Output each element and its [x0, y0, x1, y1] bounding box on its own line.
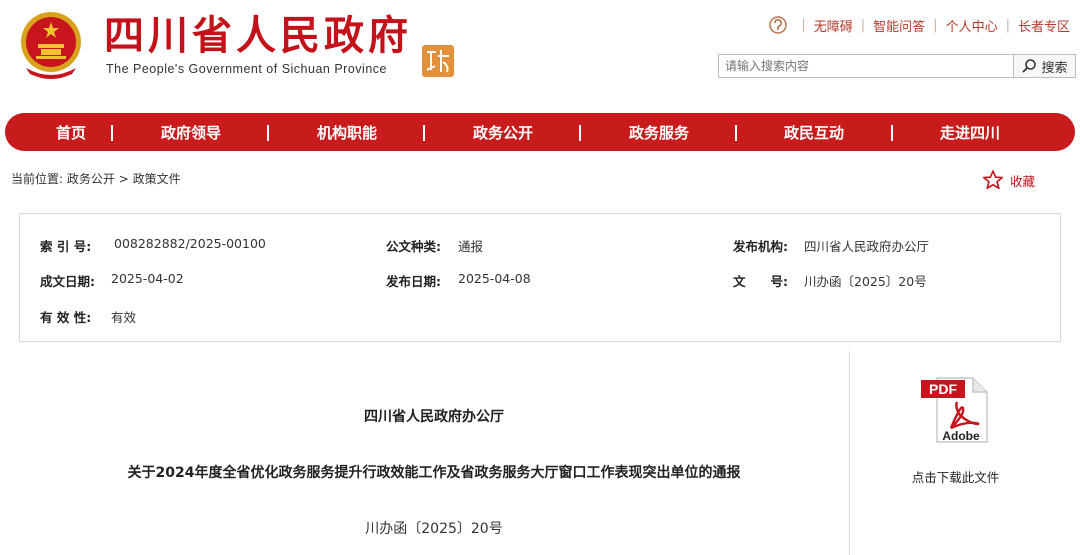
pdf-badge-text: PDF [929, 381, 957, 397]
download-link[interactable]: 点击下载此文件 [850, 467, 1061, 486]
doc-number-value: 川办函〔2025〕20号 [804, 274, 927, 289]
star-icon [982, 170, 1004, 190]
main-nav: 首页 政府领导 机构职能 政务公开 政务服务 政民互动 走进四川 [5, 113, 1075, 151]
ear-accessibility-icon[interactable] [769, 16, 788, 34]
breadcrumb-separator: > [118, 172, 129, 186]
doc-type-value: 通报 [458, 239, 484, 254]
site-title: 四川省人民政府 [104, 12, 412, 59]
pdf-file-icon[interactable]: PDF Adobe [921, 374, 993, 446]
nav-sichuan[interactable]: 走进四川 [934, 113, 1006, 151]
separator: | [860, 17, 866, 33]
seal-stamp-icon [422, 45, 454, 77]
link-smart-qa[interactable]: 智能问答 [873, 16, 925, 35]
site-subtitle: The People's Government of Sichuan Provi… [106, 62, 387, 76]
doc-number-label: 文 号: [733, 274, 788, 289]
validity-value: 有效 [111, 310, 137, 325]
nav-separator [735, 125, 737, 141]
nav-separator [891, 125, 893, 141]
published-date-label: 发布日期: [386, 274, 441, 289]
top-links: | 无障碍 | 智能问答 | 个人中心 | 长者专区 [769, 14, 1070, 36]
nav-separator [111, 125, 113, 141]
breadcrumb-item-gov-affairs[interactable]: 政务公开 [67, 172, 115, 186]
document-number: 川办函〔2025〕20号 [365, 521, 503, 537]
nav-functions[interactable]: 机构职能 [311, 113, 383, 151]
publisher-value: 四川省人民政府办公厅 [804, 239, 930, 254]
document-info-box: 索 引 号: 008282882/2025-00100 公文种类: 通报 发布机… [19, 213, 1061, 342]
index-value: 008282882/2025-00100 [114, 236, 266, 251]
document-title: 关于2024年度全省优化政务服务提升行政效能工作及省政务服务大厅窗口工作表现突出… [127, 465, 741, 481]
publisher-label: 发布机构: [733, 239, 788, 254]
breadcrumb-item-policy-docs[interactable]: 政策文件 [133, 172, 181, 186]
search-icon [1022, 59, 1037, 73]
nav-separator [423, 125, 425, 141]
nav-home[interactable]: 首页 [45, 113, 97, 151]
nav-separator [267, 125, 269, 141]
link-accessibility[interactable]: 无障碍 [814, 16, 853, 35]
search-input[interactable] [718, 54, 1014, 78]
nav-services[interactable]: 政务服务 [623, 113, 695, 151]
separator: | [933, 17, 938, 33]
published-date-value: 2025-04-08 [458, 271, 531, 286]
breadcrumb: 当前位置: 政务公开 > 政策文件 [11, 170, 181, 187]
separator: | [1005, 17, 1010, 33]
created-date-value: 2025-04-02 [111, 271, 184, 286]
nav-interaction[interactable]: 政民互动 [778, 113, 850, 151]
link-elderly-zone[interactable]: 长者专区 [1018, 16, 1070, 35]
search-button[interactable]: 搜索 [1014, 54, 1076, 78]
search-button-label: 搜索 [1041, 60, 1068, 76]
nav-gov-affairs[interactable]: 政务公开 [467, 113, 539, 151]
link-personal-center[interactable]: 个人中心 [946, 16, 998, 35]
document-content: 四川省人民政府办公厅 关于2024年度全省优化政务服务提升行政效能工作及省政务服… [19, 351, 849, 555]
download-panel: PDF Adobe 点击下载此文件 [849, 351, 1061, 555]
separator: | [801, 17, 806, 33]
validity-label: 有 效 性: [40, 310, 92, 325]
national-emblem-icon [21, 12, 81, 79]
adobe-text: Adobe [942, 429, 980, 443]
document-org: 四川省人民政府办公厅 [364, 409, 504, 425]
favorite-label: 收藏 [1010, 173, 1036, 189]
index-label: 索 引 号: [40, 239, 92, 254]
breadcrumb-prefix: 当前位置: [11, 172, 64, 186]
created-date-label: 成文日期: [40, 274, 95, 289]
nav-leaders[interactable]: 政府领导 [155, 113, 227, 151]
nav-separator [579, 125, 581, 141]
doc-type-label: 公文种类: [386, 239, 441, 254]
favorite-button[interactable]: 收藏 [982, 169, 1035, 191]
